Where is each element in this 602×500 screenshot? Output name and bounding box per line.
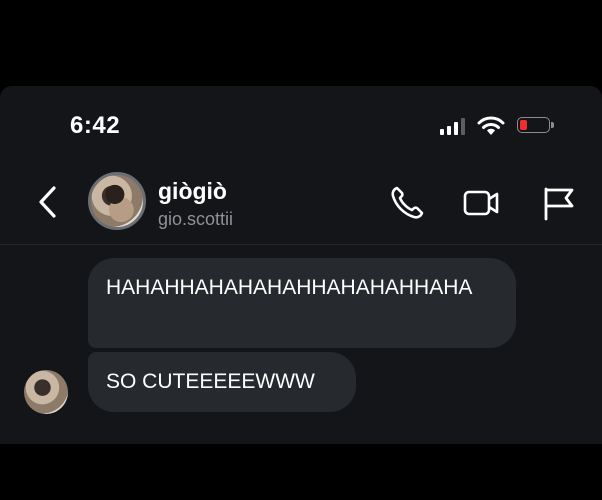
message-bubble[interactable]: HAHAHHAHAHAHAHHAHAHAHHAHA <box>88 258 516 348</box>
status-icons <box>440 116 554 136</box>
contact-handle[interactable]: gio.scottii <box>158 209 233 230</box>
status-time: 6:42 <box>70 112 121 139</box>
battery-low-icon <box>517 117 554 135</box>
flag-icon[interactable] <box>540 184 578 222</box>
contact-avatar[interactable] <box>88 172 146 230</box>
back-chevron-icon[interactable] <box>36 184 60 220</box>
phone-icon[interactable] <box>388 184 426 222</box>
sender-avatar[interactable] <box>24 370 68 414</box>
wifi-icon <box>477 116 505 135</box>
video-camera-icon[interactable] <box>462 184 500 222</box>
contact-name[interactable]: giògiò <box>158 178 227 205</box>
message-bubble[interactable]: SO CUTEEEEEWWW <box>88 352 356 412</box>
chat-screen: 6:42 giògiò gio.scottii HAHAHHAHAHAHAHHA… <box>0 86 602 444</box>
cellular-signal-icon <box>440 117 465 135</box>
header-divider <box>0 244 602 245</box>
